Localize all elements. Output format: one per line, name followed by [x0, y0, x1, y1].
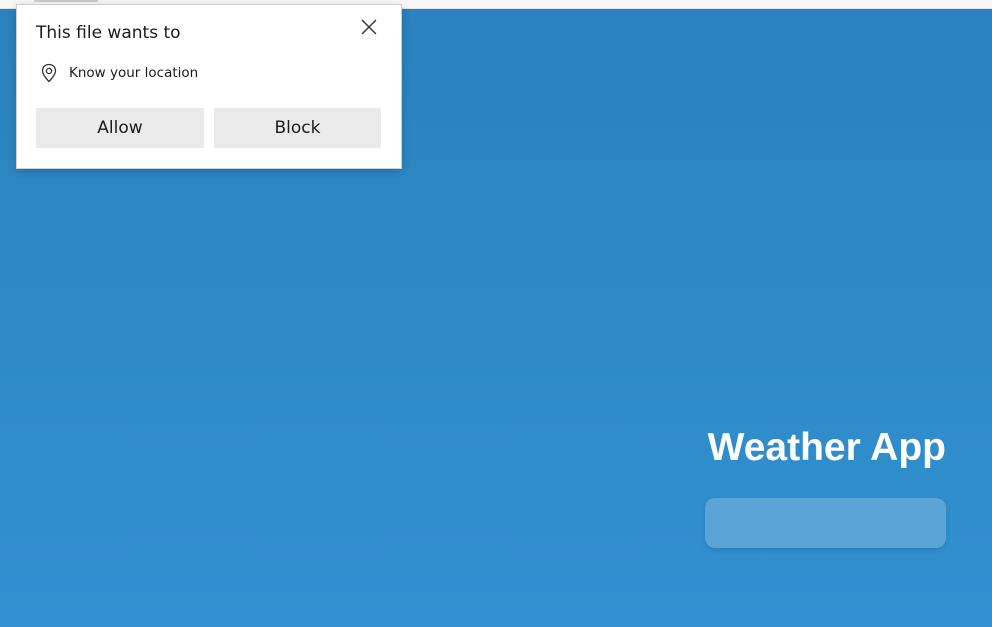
block-button[interactable]: Block	[214, 108, 381, 148]
app-title: Weather App	[707, 426, 946, 469]
city-search-input[interactable]	[705, 498, 946, 548]
permission-row: Know your location	[38, 61, 198, 85]
close-icon[interactable]	[357, 15, 381, 39]
location-pin-icon	[38, 62, 60, 84]
browser-tab-indicator[interactable]	[34, 0, 98, 2]
permission-label: Know your location	[69, 65, 199, 81]
permission-popup: This file wants to Know your location Al…	[16, 4, 402, 169]
allow-button[interactable]: Allow	[36, 108, 204, 148]
popup-title: This file wants to	[36, 23, 181, 43]
